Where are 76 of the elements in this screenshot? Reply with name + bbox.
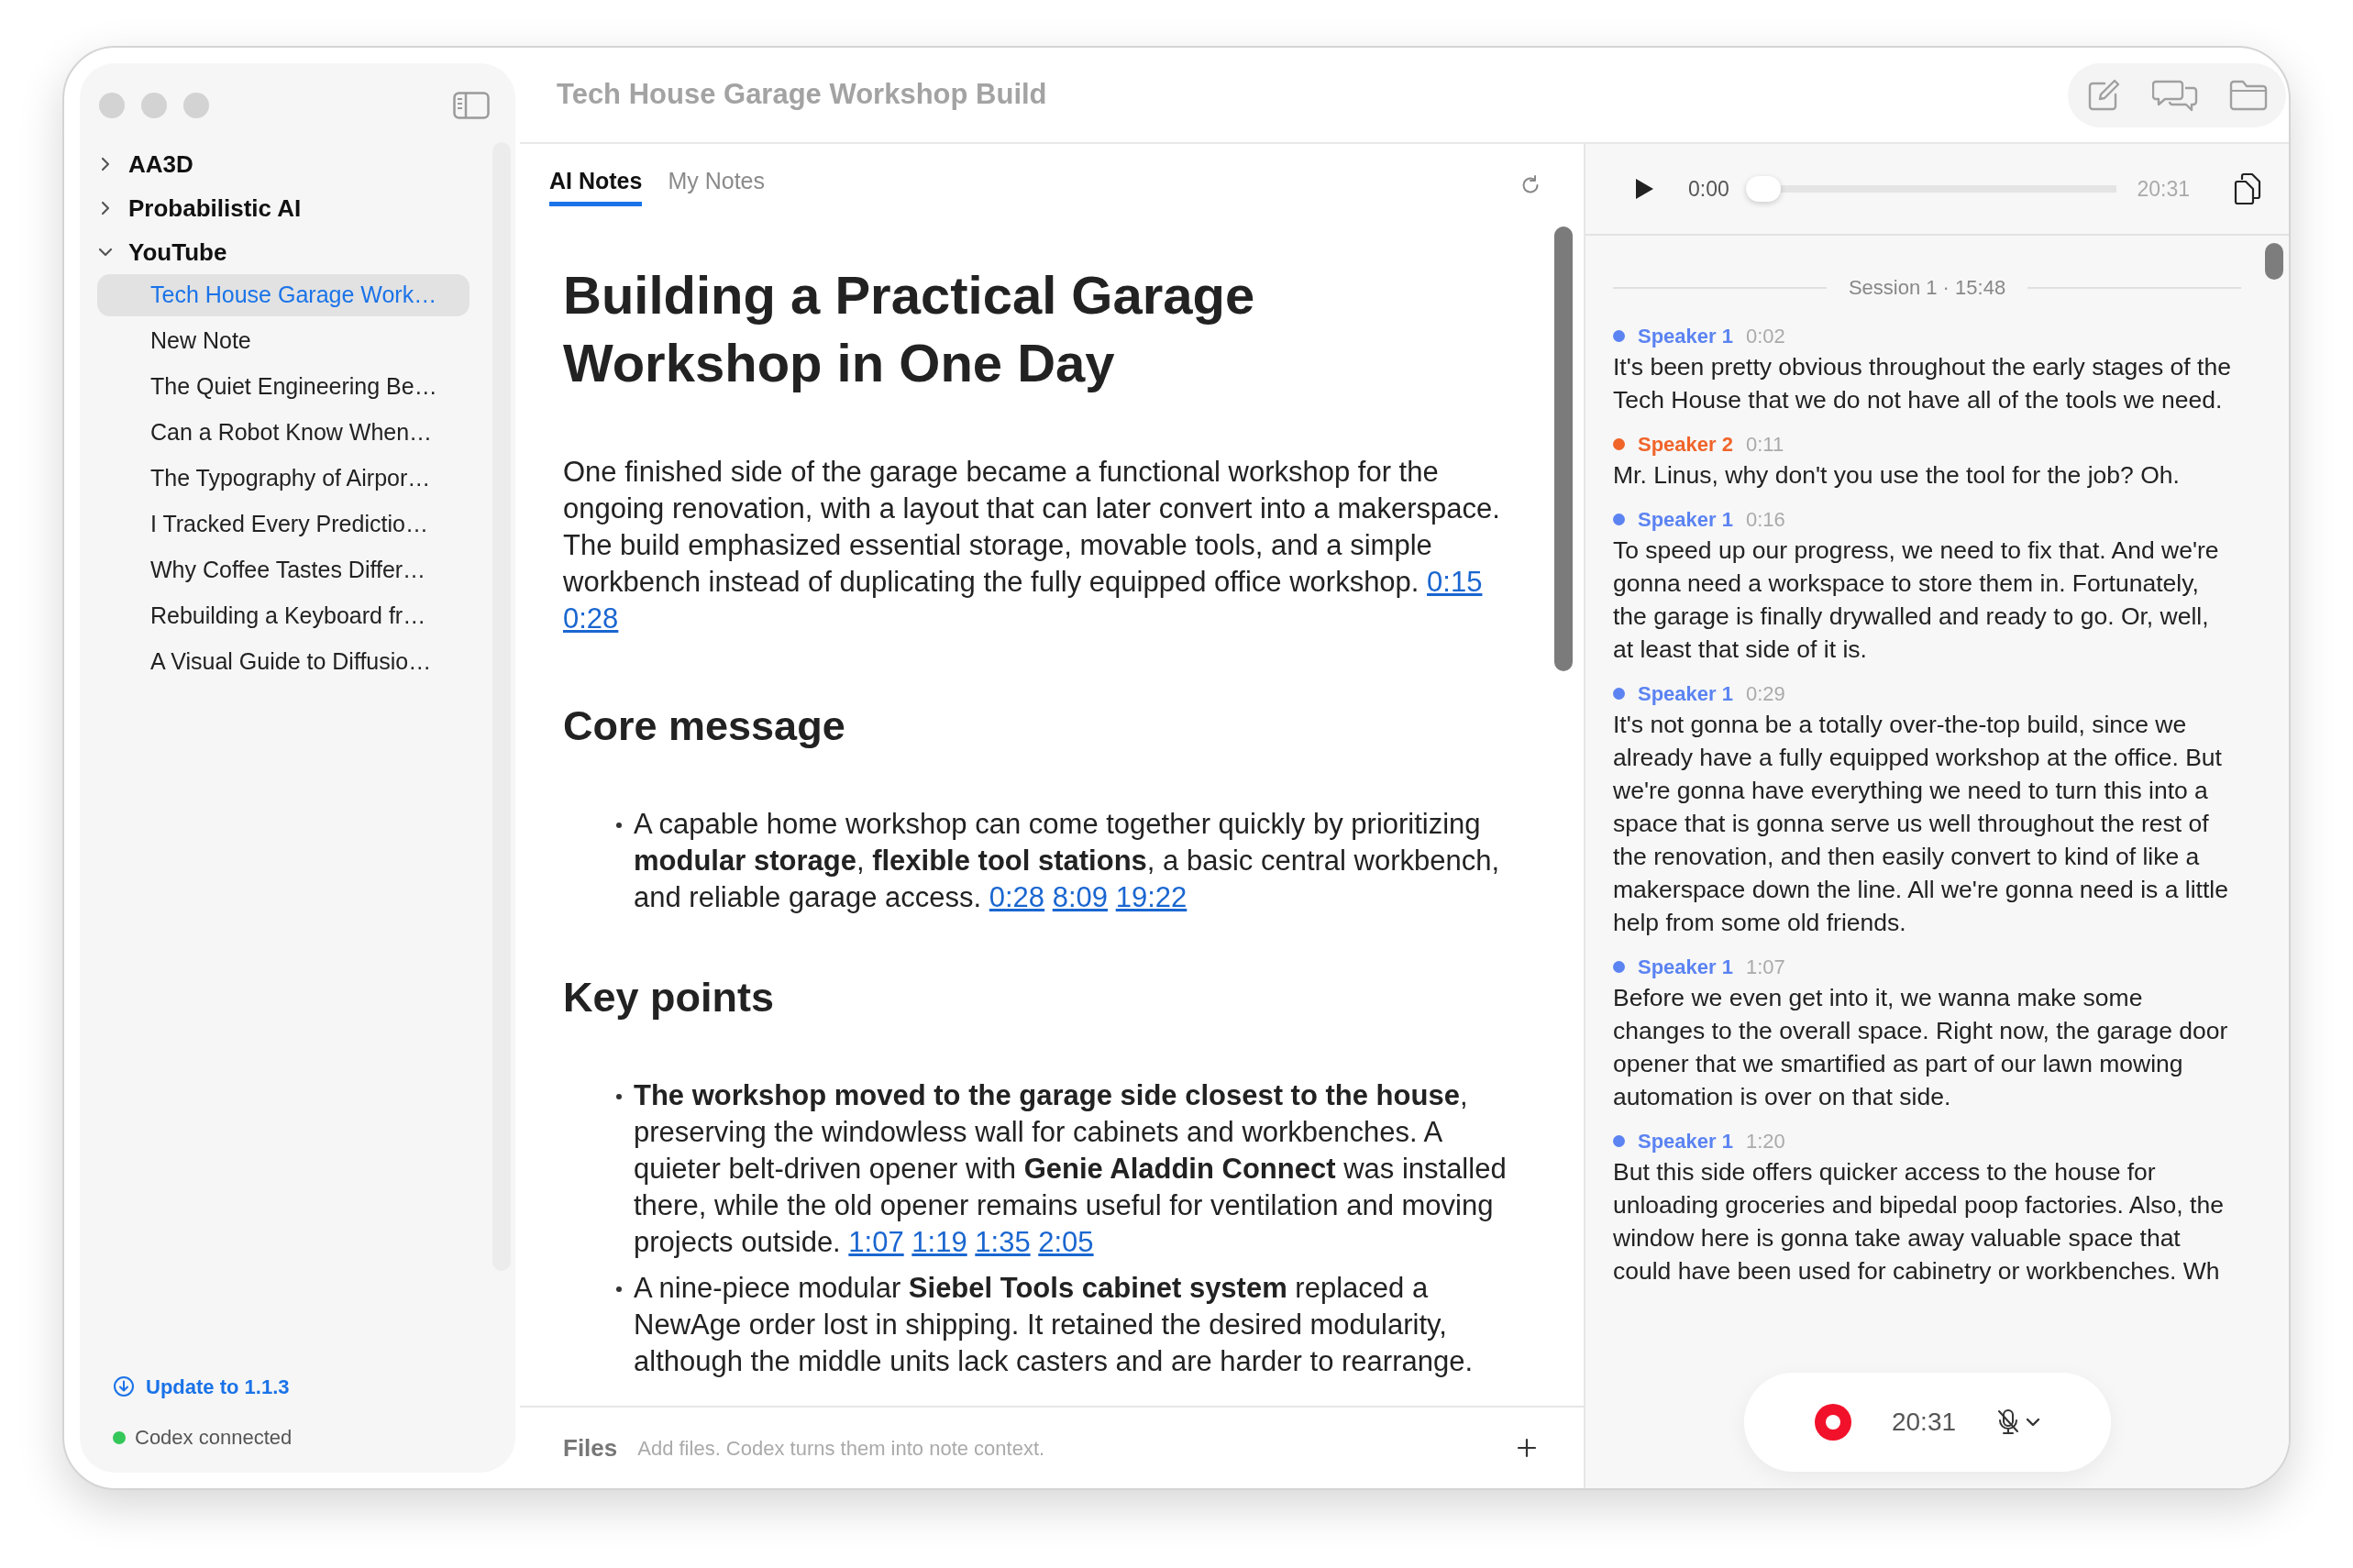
elapsed-time: 20:31 xyxy=(1891,1407,1957,1438)
transcript-text: It's not gonna be a totally over-the-top build, since we already have a fully equipped workshop at the office. But we're gonna have everything we need to turn this into a space that is gonna serve us well throughout the rest of the renovation, and then easily convert to kind of like a makerspace down the line. All we're gonna need is a little help from some old friends. xyxy=(1613,710,2229,938)
scrollbar-thumb[interactable] xyxy=(2265,243,2283,280)
transcript-text: To speed up our progress, we need to fix that. And we're gonna need a workspace to store them in. Fortunately, the garage is finally drywalled and ready to go. Or, well, at least that side of it is. xyxy=(1613,536,2220,665)
timestamp-link[interactable]: 1:35 xyxy=(975,1226,1031,1258)
note-item[interactable]: A Visual Guide to Diffusio… xyxy=(97,641,469,683)
current-time: 0:00 xyxy=(1688,175,1729,203)
timestamp-link[interactable]: 0:28 xyxy=(989,881,1045,913)
bullet-text: The workshop moved to the garage side closest to the house, preserving the windowless wall for cabinets and workbenches. A quieter belt-driven opener with Genie Aladdin Connect was installed there, while the old opener remains useful for ventilation and moving projects outside. 1:07 1:19 1:35 2:05 xyxy=(634,1078,1508,1260)
folder-icon[interactable] xyxy=(2229,79,2268,111)
bullet-icon xyxy=(616,823,622,828)
folder-label[interactable]: Probabilistic AI xyxy=(128,190,302,226)
timestamp: 0:29 xyxy=(1745,680,1785,707)
timestamp: 0:11 xyxy=(1745,431,1784,458)
speaker-name: Speaker 1 xyxy=(1638,954,1733,980)
plus-icon xyxy=(1516,1437,1538,1460)
note-item[interactable]: New Note xyxy=(97,320,469,362)
note-item[interactable]: Why Coffee Tastes Differ… xyxy=(97,549,469,591)
microphone-button[interactable] xyxy=(1996,1408,2041,1436)
note-item[interactable]: The Typography of Airpor… xyxy=(97,458,469,500)
bullet-icon xyxy=(616,1286,622,1292)
bullet-text: A nine-piece modular Siebel Tools cabinet system replaced a NewAge order lost in shipping. It retained the desired modularity, although the middle units lack casters and are harder to rearrange. xyxy=(634,1271,1475,1379)
speaker-name: Speaker 1 xyxy=(1638,1128,1733,1154)
duration-text: 20:31 xyxy=(2137,175,2190,203)
note-item[interactable]: Rebuilding a Keyboard fr… xyxy=(97,595,469,637)
timestamp: 1:07 xyxy=(1745,954,1785,980)
window-control-dot[interactable] xyxy=(141,93,167,118)
muted-microphone-icon xyxy=(1996,1408,2021,1436)
note-item[interactable]: The Quiet Engineering Be… xyxy=(97,366,469,408)
timestamp-link[interactable]: 0:28 xyxy=(563,602,619,635)
folder-label[interactable]: AA3D xyxy=(128,146,193,182)
slider-thumb[interactable] xyxy=(1745,176,1781,202)
files-label: Files xyxy=(563,1432,618,1463)
compose-icon[interactable] xyxy=(2086,77,2121,113)
record-button[interactable] xyxy=(1814,1404,1851,1441)
note-item[interactable]: Can a Robot Know When… xyxy=(97,412,469,454)
scrollbar-thumb[interactable] xyxy=(1554,226,1573,671)
add-button[interactable] xyxy=(1516,1436,1538,1460)
timestamp-link[interactable]: 19:22 xyxy=(1115,881,1188,913)
speaker-name: Speaker 1 xyxy=(1638,323,1733,349)
timestamp-link[interactable]: 1:07 xyxy=(848,1226,904,1258)
timestamp-link[interactable]: 8:09 xyxy=(1052,881,1109,913)
folder-label[interactable]: YouTube xyxy=(128,234,227,271)
timestamp: 0:16 xyxy=(1745,506,1785,533)
transcript-text: Before we even get into it, we wanna make some changes to the overall space. Right now, the garage door opener that we smartified as part of our lawn mowing automation is over on that side. xyxy=(1613,983,2229,1112)
speaker-name: Speaker 1 xyxy=(1638,680,1733,707)
files-input-field[interactable]: Add files. Codex turns them into note context. xyxy=(637,1432,1516,1463)
note-title: Building a Practical Garage Workshop in One Day xyxy=(563,264,1256,394)
copy-icon[interactable] xyxy=(2234,172,2261,205)
timestamp-link[interactable]: 1:19 xyxy=(911,1226,967,1258)
play-icon[interactable] xyxy=(1633,177,1655,201)
window-control-dot[interactable] xyxy=(99,93,125,118)
section-heading: Core message xyxy=(563,701,846,751)
chevron-down-icon xyxy=(2026,1417,2041,1428)
bullet-icon xyxy=(616,1094,622,1099)
sidebar-toggle-icon[interactable] xyxy=(453,92,490,119)
timestamp-link[interactable]: 2:05 xyxy=(1038,1226,1094,1258)
bullet-text: A capable home workshop can come together quickly by prioritizing modular storage, flexible tool stations, a basic central workbench, and reliable garage access. 0:28 8:09 19:22 xyxy=(634,807,1501,915)
timestamp: 1:20 xyxy=(1745,1128,1785,1154)
update-link[interactable]: Update to 1.1.3 xyxy=(113,1371,290,1402)
transcript-text: Mr. Linus, why don't you use the tool for the job? Oh. xyxy=(1613,460,2181,491)
download-icon xyxy=(113,1375,135,1397)
window-control-dot[interactable] xyxy=(183,93,209,118)
paragraph: One finished side of the garage became a functional workshop for the ongoing renovation, with a layout that can later convert into a makerspace. The build emphasized essential storage, movable tools, and a simple workbench instead of duplicating the fully equipped office workshop. 0:15 0:28 xyxy=(563,455,1501,636)
timestamp: 0:02 xyxy=(1745,323,1785,349)
timestamp-link[interactable]: 0:15 xyxy=(1427,566,1483,598)
speaker-name: Speaker 2 xyxy=(1638,431,1733,458)
transcript-text: It's been pretty obvious throughout the early stages of the Tech House that we do not have all of the tools we need. xyxy=(1613,352,2232,415)
note-item[interactable]: I Tracked Every Predictio… xyxy=(97,503,469,546)
status-text: Codex connected xyxy=(135,1425,293,1451)
transcript-text: But this side offers quicker access to the house for unloading groceries and bipedal poop factories. Also, the window here is gonna take away valuable space that could have been used for cabinetry or workbenches. Wh xyxy=(1613,1157,2225,1286)
tab[interactable]: AI Notes xyxy=(549,163,643,207)
speaker-name: Speaker 1 xyxy=(1638,506,1733,533)
session-label: Session 1 · 15:48 xyxy=(1848,275,2006,301)
section-heading: Key points xyxy=(563,973,776,1022)
window-title: Tech House Garage Workshop Build xyxy=(557,77,1047,113)
